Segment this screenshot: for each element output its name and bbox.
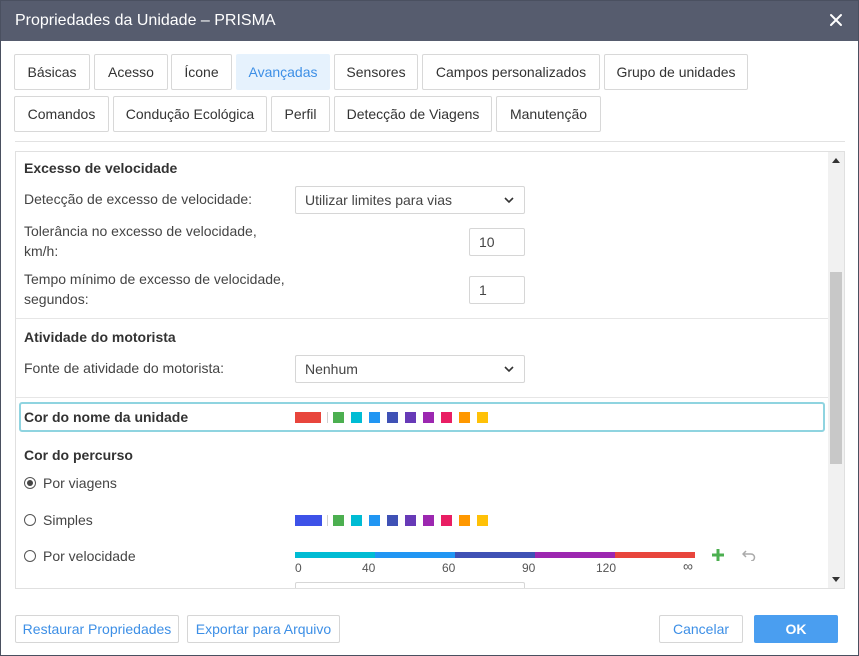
speed-range-0-40[interactable]	[295, 552, 375, 558]
scroll-up-arrow-icon[interactable]	[831, 156, 841, 164]
unit-name-color-label: Cor do nome da unidade	[24, 409, 189, 425]
speed-range-40-60[interactable]	[375, 552, 455, 558]
unit-name-color-swatch[interactable]	[405, 412, 416, 423]
speeding-detection-label: Detecção de excesso de velocidade:	[24, 191, 253, 207]
driver-source-select[interactable]: Nenhum	[295, 355, 525, 383]
min-time-label-line1: Tempo mínimo de excesso de velocidade,	[24, 271, 285, 287]
unit-name-color-swatch[interactable]	[387, 412, 398, 423]
section-divider	[16, 318, 829, 319]
unit-name-color-swatch[interactable]	[441, 412, 452, 423]
settings-panel: Excesso de velocidade Detecção de excess…	[15, 151, 845, 589]
scroll-down-arrow-icon[interactable]	[831, 576, 841, 584]
tab-conducao-ecologica[interactable]: Condução Ecológica	[113, 96, 267, 132]
simple-color-selected[interactable]	[295, 515, 322, 526]
radio-por-viagens-label: Por viagens	[43, 475, 117, 491]
simple-color-swatch[interactable]	[423, 515, 434, 526]
radio-simples[interactable]	[24, 514, 36, 526]
simple-color-swatch[interactable]	[351, 515, 362, 526]
tab-campos-personalizados[interactable]: Campos personalizados	[422, 54, 600, 90]
speeding-section-title: Excesso de velocidade	[24, 160, 178, 176]
radio-por-velocidade-label: Por velocidade	[43, 548, 136, 564]
undo-icon[interactable]	[742, 549, 756, 561]
speed-range-60-90[interactable]	[455, 552, 535, 558]
unit-properties-dialog: Propriedades da Unidade – PRISMA Básicas…	[0, 0, 859, 656]
plus-icon[interactable]	[711, 548, 725, 562]
speed-tick: 90	[522, 561, 536, 575]
restore-properties-button[interactable]: Restaurar Propriedades	[15, 615, 179, 643]
tolerance-label-line2: km/h:	[24, 243, 59, 259]
simple-color-swatch[interactable]	[441, 515, 452, 526]
tabs-divider	[15, 141, 845, 142]
simple-color-swatch[interactable]	[459, 515, 470, 526]
driver-section-title: Atividade do motorista	[24, 329, 176, 345]
driver-source-label: Fonte de atividade do motorista:	[24, 360, 225, 376]
title-bar: Propriedades da Unidade – PRISMA	[1, 1, 858, 41]
min-time-input[interactable]: 1	[469, 276, 525, 304]
tab-acesso[interactable]: Acesso	[94, 54, 168, 90]
tab-perfil[interactable]: Perfil	[271, 96, 330, 132]
tab-grupo-de-unidades[interactable]: Grupo de unidades	[604, 54, 748, 90]
simple-color-swatch[interactable]	[369, 515, 380, 526]
simple-color-swatch[interactable]	[387, 515, 398, 526]
tab-manutencao[interactable]: Manutenção	[496, 96, 601, 132]
chevron-down-icon	[504, 197, 514, 204]
radio-por-viagens[interactable]	[24, 477, 36, 489]
driver-source-value: Nenhum	[305, 361, 358, 377]
section-divider	[16, 397, 829, 398]
min-time-label-line2: segundos:	[24, 291, 89, 307]
tab-sensores[interactable]: Sensores	[334, 54, 418, 90]
speed-tick: 120	[596, 561, 617, 575]
simple-color-swatch[interactable]	[477, 515, 488, 526]
dialog-title: Propriedades da Unidade – PRISMA	[15, 12, 276, 29]
speeding-detection-select[interactable]: Utilizar limites para vias	[295, 186, 525, 214]
chevron-down-icon	[504, 366, 514, 373]
speed-tick: 40	[362, 561, 376, 575]
unit-name-color-swatch[interactable]	[369, 412, 380, 423]
tab-avancadas[interactable]: Avançadas	[236, 54, 330, 90]
tab-comandos[interactable]: Comandos	[14, 96, 109, 132]
simple-color-swatch[interactable]	[405, 515, 416, 526]
speeding-detection-value: Utilizar limites para vias	[305, 192, 453, 208]
partially-visible-select[interactable]	[295, 582, 525, 588]
tab-deteccao-de-viagens[interactable]: Detecção de Viagens	[334, 96, 492, 132]
speed-tick: 60	[442, 561, 456, 575]
unit-name-color-swatch[interactable]	[423, 412, 434, 423]
speed-gradient-bar[interactable]	[295, 552, 695, 558]
unit-name-color-swatch[interactable]	[477, 412, 488, 423]
radio-simples-label: Simples	[43, 512, 93, 528]
swatch-separator	[327, 412, 328, 423]
cancel-button[interactable]: Cancelar	[659, 615, 743, 643]
radio-por-velocidade[interactable]	[24, 550, 36, 562]
unit-name-color-swatch[interactable]	[333, 412, 344, 423]
track-color-title: Cor do percurso	[24, 447, 133, 463]
vertical-scrollbar[interactable]	[828, 152, 844, 588]
speed-range-90-120[interactable]	[535, 552, 615, 558]
tolerance-label-line1: Tolerância no excesso de velocidade,	[24, 223, 257, 239]
scrollbar-thumb[interactable]	[830, 272, 842, 464]
tab-basicas[interactable]: Básicas	[14, 54, 90, 90]
unit-name-color-selected[interactable]	[295, 412, 321, 423]
ok-button[interactable]: OK	[754, 615, 838, 643]
swatch-separator	[327, 515, 328, 526]
unit-name-color-swatch[interactable]	[459, 412, 470, 423]
unit-name-color-swatch[interactable]	[351, 412, 362, 423]
tab-icone[interactable]: Ícone	[171, 54, 232, 90]
tolerance-input[interactable]: 10	[469, 228, 525, 256]
speed-tick: 0	[295, 561, 302, 575]
speed-tick: ∞	[683, 558, 693, 574]
close-icon[interactable]	[826, 10, 846, 30]
export-to-file-button[interactable]: Exportar para Arquivo	[187, 615, 340, 643]
simple-color-swatch[interactable]	[333, 515, 344, 526]
